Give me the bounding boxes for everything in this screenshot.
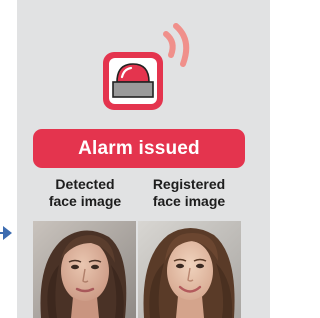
alarm-issued-badge: Alarm issued <box>33 129 245 168</box>
registered-caption-line-2: face image <box>152 193 226 209</box>
alarm-beacon-icon <box>103 23 190 110</box>
alarm-screen: Alarm issued Detected face image Registe… <box>0 0 270 318</box>
registered-face-caption: Registered face image <box>139 176 239 210</box>
detected-face-photo <box>33 221 136 318</box>
detected-face-caption: Detected face image <box>35 176 135 210</box>
right-arrow-icon <box>0 226 12 240</box>
detected-caption-line-1: Detected <box>55 176 115 192</box>
registered-caption-line-1: Registered <box>152 176 226 192</box>
detected-caption-line-2: face image <box>48 193 122 209</box>
registered-face-photo <box>138 221 241 318</box>
